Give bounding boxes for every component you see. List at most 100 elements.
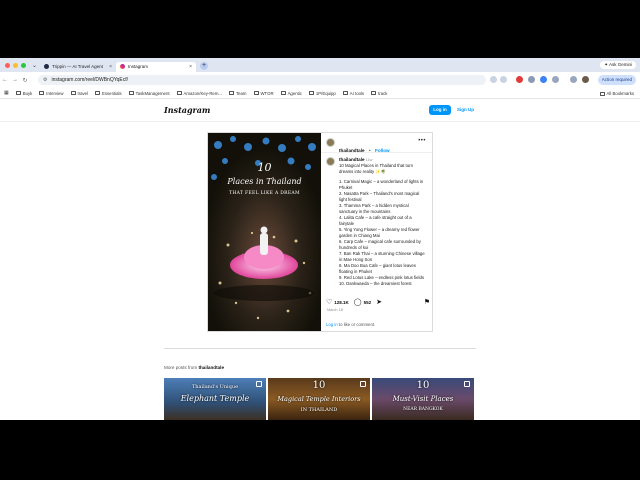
bookmark-folder[interactable]: Buyk xyxy=(15,91,32,96)
bookmark-folder[interactable]: Team xyxy=(228,90,247,96)
all-bookmarks-button[interactable]: All Bookmarks xyxy=(599,91,634,96)
extensions-puzzle-icon[interactable] xyxy=(552,76,559,83)
comment-icon[interactable]: ◯ xyxy=(354,299,362,306)
tab-title: Instagram xyxy=(128,64,149,69)
extension-icon[interactable] xyxy=(516,76,523,83)
post-sidebar: thailandtale • Follow ••• thailandtale 1… xyxy=(321,133,432,331)
ask-gemini-label: Ask Gemini xyxy=(608,62,632,67)
caption-item: 4. Lalita Cafe – a cafe straight out of … xyxy=(339,215,412,226)
more-post-thumb[interactable]: 10 Must-Visit Places NEAR BANGKOK xyxy=(372,378,474,420)
address-bar-row: ← → ↻ ⚙ instagram.com/reel/DWBnQYqEcf/ A… xyxy=(0,72,640,88)
close-window-button[interactable] xyxy=(5,62,10,68)
thumb-line-2: Must-Visit Places xyxy=(392,395,454,403)
back-icon[interactable]: ← xyxy=(0,77,10,83)
more-posts-username-link[interactable]: thailandtale xyxy=(198,365,224,370)
bookmark-folder[interactable]: Interview xyxy=(39,91,64,96)
more-post-thumb[interactable]: 10 Magical Temple Interiors IN THAILAND xyxy=(268,378,370,420)
post-caption: thailandtale 11w 10 Magical Places in Th… xyxy=(339,157,427,292)
url-text: instagram.com/reel/DWBnQYqEcf/ xyxy=(51,77,128,83)
tab-search-icon[interactable]: ⌄ xyxy=(32,62,37,69)
post-actions: ♡ 128.1K ◯ 552 ➤ ⚑ xyxy=(326,298,430,306)
extension-icon[interactable] xyxy=(528,76,535,83)
signup-button[interactable]: Sign Up xyxy=(457,105,474,115)
login-link[interactable]: Log in xyxy=(326,322,338,327)
media-title-text: Places in Thailand xyxy=(227,177,302,186)
action-required-button[interactable]: Action required xyxy=(597,75,636,85)
post-media-video[interactable]: 10 Places in Thailand THAT FEEL LIKE A D… xyxy=(208,133,321,331)
ask-gemini-button[interactable]: ✦ Ask Gemini xyxy=(600,61,636,69)
tab-instagram[interactable]: Instagram × xyxy=(116,61,197,72)
more-post-thumb[interactable]: Thailand's Unique Elephant Temple xyxy=(164,378,266,420)
thumb-line-1: 10 xyxy=(312,380,326,391)
reload-icon[interactable]: ↻ xyxy=(20,77,30,84)
more-options-icon[interactable]: ••• xyxy=(418,138,426,144)
extension-icon[interactable] xyxy=(540,76,547,83)
follow-separator: • xyxy=(368,148,371,153)
caption-item: 3. Thamma Park – a hidden mystical sanct… xyxy=(339,203,409,214)
bookmark-label: Team xyxy=(235,90,247,96)
bookmark-label: Amazon/Key-Rem... xyxy=(183,90,222,96)
folder-icon xyxy=(128,91,134,95)
bookmark-label: 1P/Equipp xyxy=(315,90,336,96)
tab-trippin[interactable]: Trippin — AI Travel Agent × xyxy=(40,62,116,72)
folder-icon xyxy=(599,91,605,96)
author-username-link[interactable]: thailandtale xyxy=(339,148,365,153)
thumb-line-3: NEAR BANGKOK xyxy=(403,407,443,412)
instagram-header: Instagram Log in Sign Up xyxy=(0,99,640,122)
bookmark-folder[interactable]: Essentials xyxy=(95,91,122,96)
install-icon[interactable] xyxy=(490,76,497,83)
caption-avatar[interactable] xyxy=(326,157,335,166)
post-header: thailandtale • Follow ••• xyxy=(321,133,432,153)
bookmark-folder[interactable]: travel xyxy=(70,90,89,96)
bookmark-star-icon[interactable] xyxy=(500,76,507,83)
bookmark-folder[interactable]: Amazon/Key-Rem... xyxy=(176,90,222,96)
downloads-icon[interactable] xyxy=(570,76,577,83)
bookmark-label: WTOR xyxy=(260,90,274,96)
save-bookmark-icon[interactable]: ⚑ xyxy=(424,299,430,306)
bookmark-folder[interactable]: 1P/Equipp xyxy=(308,90,336,96)
tab-title: Trippin — AI Travel Agent xyxy=(52,64,103,69)
url-bar[interactable]: ⚙ instagram.com/reel/DWBnQYqEcf/ xyxy=(38,75,486,85)
caption-item: 6. Carp Cafe – magical cafe surrounded b… xyxy=(339,239,421,250)
trippin-favicon-icon xyxy=(44,64,50,69)
section-divider xyxy=(164,348,476,349)
new-tab-button[interactable]: + xyxy=(200,62,209,70)
media-subtitle-text: THAT FEEL LIKE A DREAM xyxy=(229,191,300,196)
folder-icon xyxy=(39,91,45,95)
like-heart-icon[interactable]: ♡ xyxy=(326,299,332,306)
profile-avatar[interactable] xyxy=(582,76,589,83)
folder-icon xyxy=(371,91,377,95)
folder-icon xyxy=(95,91,101,95)
thumb-line-2: Elephant Temple xyxy=(180,394,250,403)
bookmarks-bar: ▦ Buyk Interview travel Essentials TaskM… xyxy=(0,88,640,99)
login-button[interactable]: Log in xyxy=(429,105,451,115)
action-required-label: Action required xyxy=(601,77,632,82)
close-tab-icon[interactable]: × xyxy=(189,64,192,70)
follow-button[interactable]: Follow xyxy=(375,148,390,153)
minimize-window-button[interactable] xyxy=(13,62,18,68)
bookmark-folder[interactable]: Agentic xyxy=(280,91,302,96)
caption-item: 1. Carnival Magic – a wonderland of ligh… xyxy=(339,179,424,190)
author-avatar[interactable] xyxy=(326,138,335,147)
apps-grid-icon[interactable]: ▦ xyxy=(4,90,9,96)
maximize-window-button[interactable] xyxy=(21,62,26,68)
folder-icon xyxy=(342,91,348,95)
post-card: 10 Places in Thailand THAT FEEL LIKE A D… xyxy=(207,132,433,332)
close-tab-icon[interactable]: × xyxy=(109,64,112,70)
caption-username-link[interactable]: thailandtale xyxy=(339,157,365,162)
bookmark-folder[interactable]: track xyxy=(371,91,387,96)
forward-icon[interactable]: → xyxy=(10,77,20,83)
bookmark-folder[interactable]: AI tools xyxy=(342,90,365,96)
share-icon[interactable]: ➤ xyxy=(376,299,382,306)
more-posts-heading: More posts from thailandtale xyxy=(164,365,224,370)
site-info-icon[interactable]: ⚙ xyxy=(43,77,47,83)
post-date: March 18 xyxy=(327,308,343,312)
bookmark-label: TaskManagement xyxy=(135,90,170,96)
instagram-logo[interactable]: Instagram xyxy=(164,105,210,115)
bookmark-label: Essentials xyxy=(102,90,122,96)
bookmark-label: travel xyxy=(77,90,89,96)
bookmark-label: AI tools xyxy=(349,90,365,96)
browser-window: ⌄ Trippin — AI Travel Agent × Instagram … xyxy=(0,58,640,420)
bookmark-folder[interactable]: TaskManagement xyxy=(128,90,170,96)
bookmark-folder[interactable]: WTOR xyxy=(253,90,274,96)
